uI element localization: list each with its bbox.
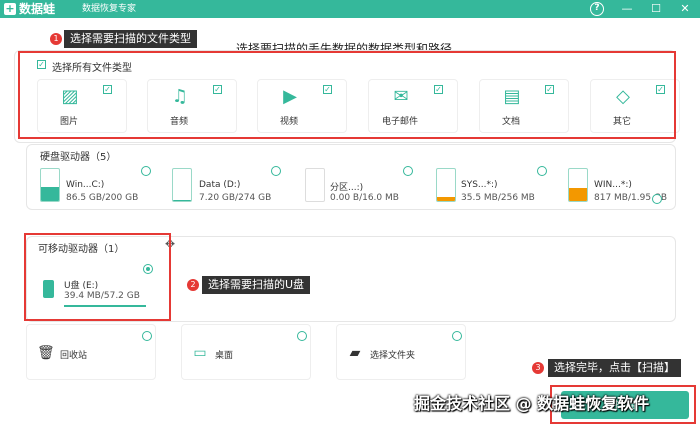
drive-name[interactable]: SYS...*:) bbox=[461, 180, 498, 190]
app-name: 数据蛙 bbox=[19, 2, 56, 16]
drive-partition-radio[interactable] bbox=[403, 166, 413, 176]
callout-select-usb: 选择需要扫描的U盘 bbox=[202, 276, 311, 294]
desktop-radio[interactable] bbox=[297, 331, 307, 341]
close-button[interactable]: ✕ bbox=[677, 1, 693, 17]
recycle-bin-radio[interactable] bbox=[142, 331, 152, 341]
location-desktop[interactable]: ▭ 桌面 bbox=[181, 324, 311, 380]
minimize-button[interactable]: — bbox=[619, 1, 635, 17]
location-label: 桌面 bbox=[215, 351, 234, 361]
drive-win-icon[interactable] bbox=[568, 168, 588, 202]
drive-sys-icon[interactable] bbox=[436, 168, 456, 202]
drive-size: 35.5 MB/256 MB bbox=[461, 193, 535, 203]
watermark: 掘金技术社区 @ 数据蛙恢复软件 bbox=[414, 394, 650, 413]
drive-usage-fill bbox=[437, 196, 455, 201]
help-button[interactable]: ? bbox=[590, 2, 604, 16]
step-badge-2: 2 bbox=[187, 279, 199, 291]
title-bar: + 数据蛙 数据恢复专家 ? — ☐ ✕ bbox=[0, 0, 700, 18]
highlight-file-types bbox=[18, 51, 676, 139]
drive-partition-icon[interactable] bbox=[305, 168, 325, 202]
highlight-usb-drive bbox=[24, 233, 171, 321]
drive-size: 86.5 GB/200 GB bbox=[66, 193, 139, 203]
hard-drives-title: 硬盘驱动器（5） bbox=[40, 152, 117, 163]
drive-size: 0.00 B/16.0 MB bbox=[330, 193, 399, 203]
drive-usage-fill bbox=[569, 187, 587, 201]
drive-sys-radio[interactable] bbox=[537, 166, 547, 176]
folder-icon: ▰ bbox=[349, 345, 361, 361]
callout-select-file-types: 选择需要扫描的文件类型 bbox=[64, 30, 197, 48]
desktop-icon: ▭ bbox=[193, 345, 207, 361]
app-subtitle: 数据恢复专家 bbox=[82, 4, 137, 14]
callout-click-scan: 选择完毕，点击【扫描】 bbox=[548, 359, 681, 377]
drive-usage-fill bbox=[41, 187, 59, 201]
drive-win-radio[interactable] bbox=[652, 194, 662, 204]
drive-d-radio[interactable] bbox=[271, 166, 281, 176]
drive-usage-fill bbox=[173, 200, 191, 201]
drive-size: 7.20 GB/274 GB bbox=[199, 193, 272, 203]
app-logo-icon: + bbox=[4, 2, 16, 15]
maximize-button[interactable]: ☐ bbox=[648, 1, 664, 17]
drive-name[interactable]: Win...C:) bbox=[66, 180, 104, 190]
drive-c-radio[interactable] bbox=[141, 166, 151, 176]
step-badge-1: 1 bbox=[50, 33, 62, 45]
location-label: 选择文件夹 bbox=[370, 351, 416, 361]
trash-icon: 🗑 bbox=[37, 345, 55, 361]
drive-name[interactable]: WIN...*:) bbox=[594, 180, 632, 190]
drive-name[interactable]: Data (D:) bbox=[199, 180, 240, 190]
select-folder-radio[interactable] bbox=[452, 331, 462, 341]
location-select-folder[interactable]: ▰ 选择文件夹 bbox=[336, 324, 466, 380]
step-badge-3: 3 bbox=[532, 362, 544, 374]
location-label: 回收站 bbox=[60, 351, 88, 361]
drive-c-icon[interactable] bbox=[40, 168, 60, 202]
drive-name[interactable]: 分区...:) bbox=[330, 180, 363, 193]
location-recycle-bin[interactable]: 🗑 回收站 bbox=[26, 324, 156, 380]
drive-d-icon[interactable] bbox=[172, 168, 192, 202]
